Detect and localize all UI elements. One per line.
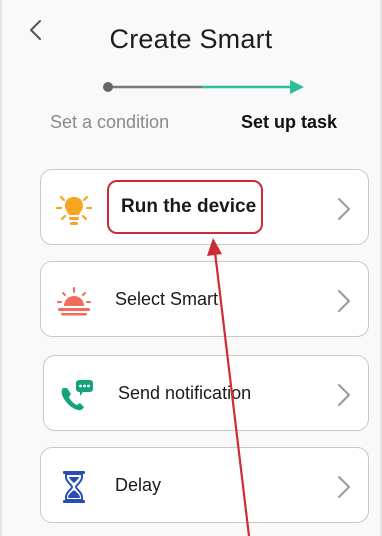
lightbulb-icon	[55, 195, 93, 225]
task-label: Run the device	[121, 196, 257, 217]
chevron-right-icon	[338, 384, 350, 406]
task-delay[interactable]: Delay	[40, 447, 369, 523]
task-select-smart[interactable]: Select Smart	[40, 261, 369, 337]
step-dot-icon	[103, 82, 113, 92]
task-label: Delay	[115, 475, 162, 495]
step-set-condition[interactable]: Set a condition	[50, 112, 169, 133]
step-set-up-task: Set up task	[241, 112, 338, 132]
task-label: Send notification	[118, 383, 252, 403]
task-label: Select Smart	[115, 289, 219, 309]
step-arrow-icon	[290, 80, 304, 94]
task-run-device[interactable]: Run the device	[40, 169, 369, 245]
chevron-right-icon	[338, 290, 350, 312]
task-send-notification[interactable]: Send notification	[43, 355, 369, 431]
screen: Create Smart Set a condition Set up task…	[0, 0, 382, 536]
page-title: Create Smart	[109, 24, 273, 54]
chevron-right-icon	[338, 198, 350, 220]
hourglass-icon	[63, 471, 85, 503]
progress-stepper	[103, 80, 304, 94]
phone-message-icon	[61, 380, 93, 411]
chevron-right-icon	[338, 476, 350, 498]
sunrise-icon	[57, 287, 91, 316]
